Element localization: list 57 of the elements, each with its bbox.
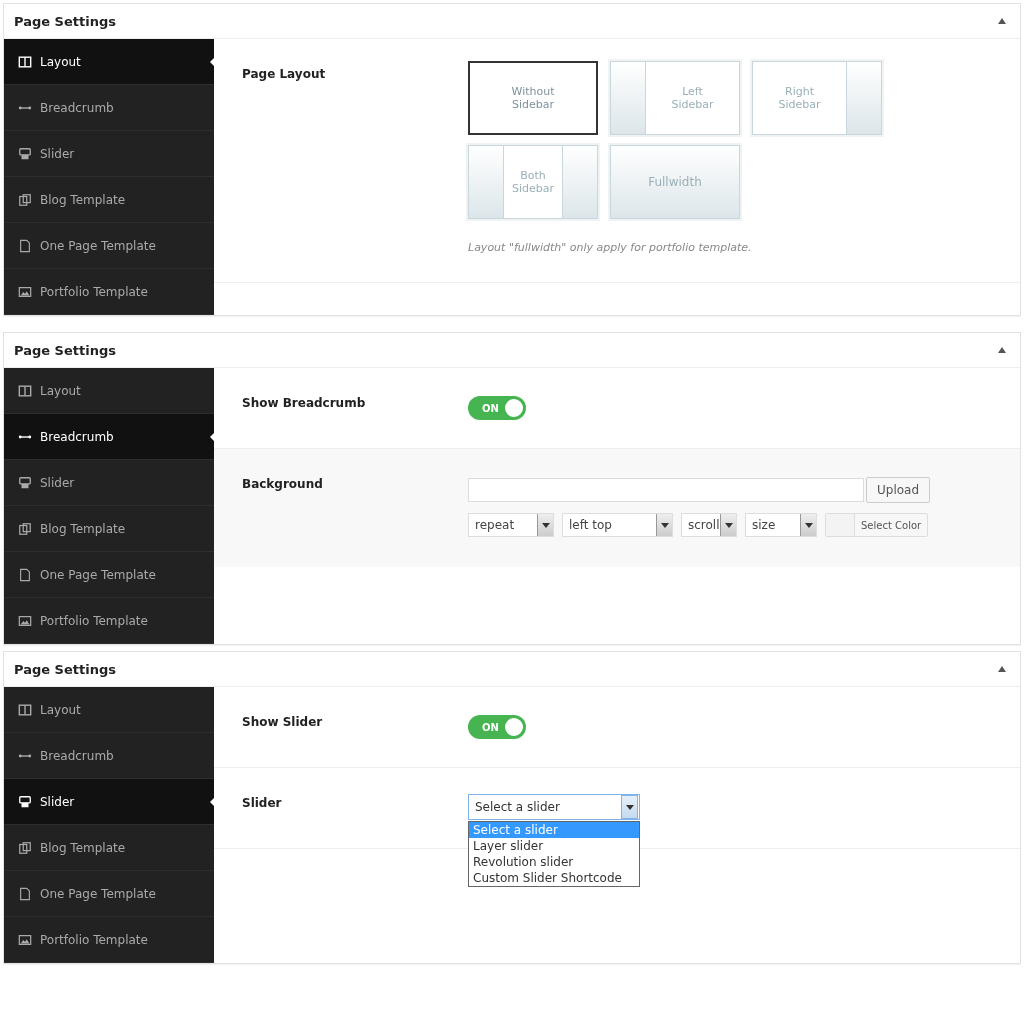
sidebar-item[interactable]: One Page Template [4, 871, 214, 917]
panel-title: Page Settings [14, 13, 116, 29]
page-icon [18, 238, 32, 253]
layout-note: Layout "fullwidth" only apply for portfolio template. [468, 241, 753, 254]
select-color-button[interactable]: Select Color [825, 513, 929, 537]
dropdown-option[interactable]: Layer slider [469, 838, 639, 854]
sidebar-item[interactable]: Layout [4, 687, 214, 733]
sidebar-item[interactable]: Portfolio Template [4, 269, 214, 315]
sidebar-item[interactable]: Blog Template [4, 177, 214, 223]
sidebar-item[interactable]: Portfolio Template [4, 917, 214, 963]
sidebar-item[interactable]: Slider [4, 779, 214, 825]
columns-icon [18, 702, 32, 717]
sidebar-item[interactable]: One Page Template [4, 552, 214, 598]
image-icon [18, 932, 32, 947]
upload-button[interactable]: Upload [866, 477, 931, 503]
collapse-icon[interactable] [998, 347, 1006, 353]
slides-icon [18, 146, 32, 161]
slides-icon [18, 794, 32, 809]
dropdown-option[interactable]: Revolution slider [469, 854, 639, 870]
collapse-icon[interactable] [998, 666, 1006, 672]
dropdown-option[interactable]: Custom Slider Shortcode [469, 870, 639, 886]
copy-icon [18, 521, 32, 536]
slides-icon [18, 475, 32, 490]
sidebar-item[interactable]: Portfolio Template [4, 598, 214, 644]
field-label: Show Slider [242, 715, 324, 731]
slider-dropdown[interactable]: Select a slider [468, 794, 640, 820]
field-label: Show Breadcrumb [242, 396, 367, 412]
copy-icon [18, 192, 32, 207]
caret-icon [625, 804, 634, 810]
columns-icon [18, 54, 32, 69]
field-label: Page Layout [242, 67, 327, 83]
sidebar-item[interactable]: Breadcrumb [4, 85, 214, 131]
image-url-field[interactable] [468, 478, 864, 502]
sidebar-item[interactable]: Breadcrumb [4, 414, 214, 460]
field-label: Background [242, 477, 324, 493]
image-icon [18, 284, 32, 299]
caret-icon [724, 522, 733, 528]
page-icon [18, 567, 32, 582]
caret-icon [804, 522, 813, 528]
sidebar-item[interactable]: Slider [4, 131, 214, 177]
page-icon [18, 886, 32, 901]
columns-icon [18, 383, 32, 398]
sidebar-item[interactable]: Layout [4, 39, 214, 85]
sidebar-item[interactable]: Blog Template [4, 825, 214, 871]
dropdown[interactable]: scroll [681, 513, 737, 537]
copy-icon [18, 840, 32, 855]
collapse-icon[interactable] [998, 18, 1006, 24]
field-label: Slider [242, 796, 283, 812]
image-icon [18, 613, 32, 628]
dropdown[interactable]: left top [562, 513, 673, 537]
dropdown[interactable]: repeat [468, 513, 554, 537]
panel-title: Page Settings [14, 661, 116, 677]
sidebar-item[interactable]: One Page Template [4, 223, 214, 269]
caret-icon [541, 522, 550, 528]
dropdown[interactable]: size [745, 513, 817, 537]
panel-title: Page Settings [14, 342, 116, 358]
caret-icon [660, 522, 669, 528]
